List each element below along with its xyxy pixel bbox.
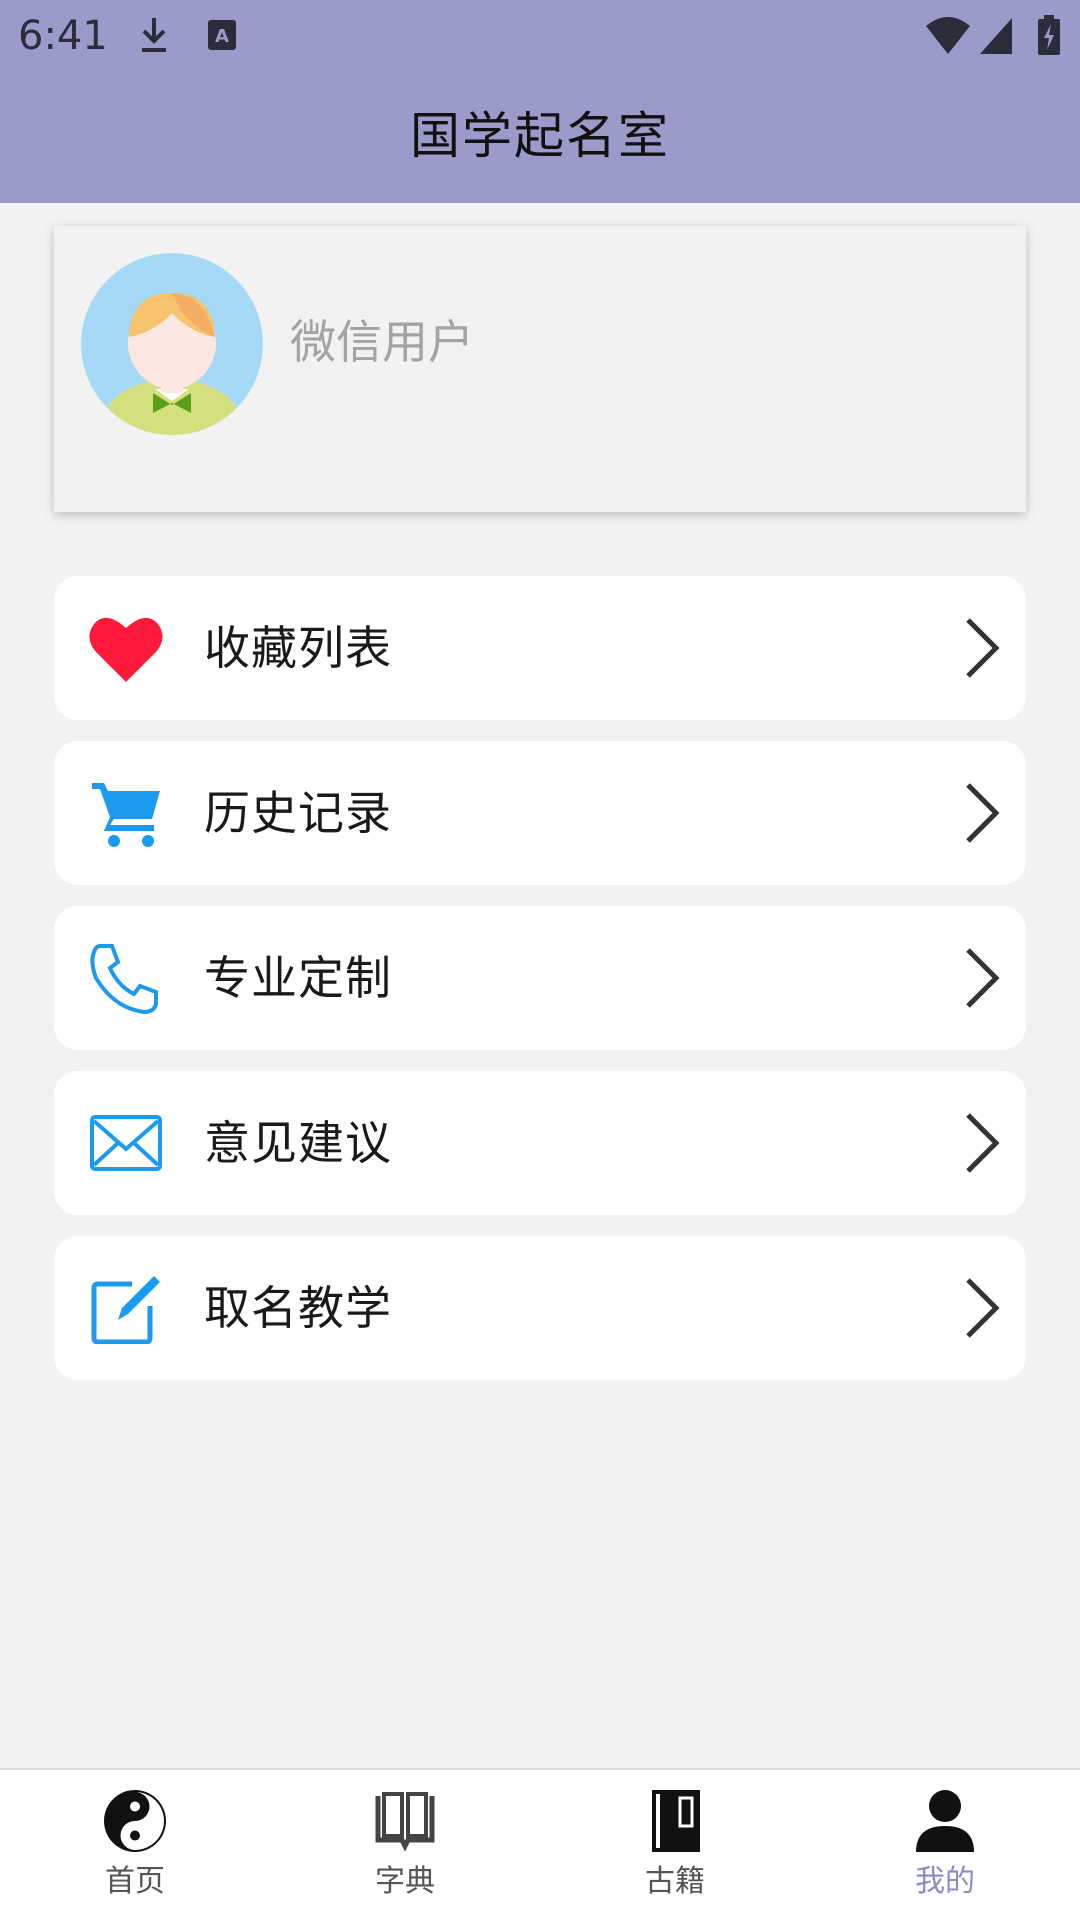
nav-item-dictionary[interactable]: 字典 [270, 1770, 540, 1922]
keyboard-a-icon: A [208, 20, 236, 50]
status-bar: 6:41 A [0, 0, 1080, 72]
chevron-right-icon [966, 783, 1000, 843]
chevron-right-icon [966, 1278, 1000, 1338]
menu-item-feedback[interactable]: 意见建议 [54, 1071, 1026, 1215]
nav-item-mine[interactable]: 我的 [810, 1770, 1080, 1922]
menu-item-label: 意见建议 [204, 1116, 392, 1170]
battery-charging-icon [1038, 15, 1060, 55]
menu-item-label: 收藏列表 [204, 621, 392, 675]
cellular-signal-icon [980, 18, 1012, 54]
nav-label: 古籍 [645, 1864, 705, 1899]
nav-label: 字典 [375, 1864, 435, 1899]
menu-item-favorites[interactable]: 收藏列表 [54, 576, 1026, 720]
menu-item-label: 专业定制 [204, 951, 392, 1005]
menu-item-label: 取名教学 [204, 1281, 392, 1335]
app-header: 6:41 A 国学起名室 [0, 0, 1080, 203]
heart-icon [89, 617, 163, 682]
user-icon [916, 1790, 974, 1852]
avatar-illustration [81, 253, 263, 435]
nav-label: 首页 [105, 1864, 165, 1899]
chevron-right-icon [966, 1113, 1000, 1173]
bottom-nav: 首页 字典 古籍 我的 [0, 1768, 1080, 1922]
menu-item-custom-service[interactable]: 专业定制 [54, 906, 1026, 1050]
nav-item-home[interactable]: 首页 [0, 1770, 270, 1922]
page-title: 国学起名室 [410, 107, 670, 165]
mail-icon [90, 1115, 162, 1171]
username: 微信用户 [290, 315, 474, 369]
chevron-right-icon [966, 618, 1000, 678]
nav-item-classics[interactable]: 古籍 [540, 1770, 810, 1922]
wifi-icon [926, 17, 970, 54]
open-book-icon [375, 1792, 435, 1852]
menu-item-label: 历史记录 [204, 786, 392, 840]
profile-card[interactable]: 微信用户 [54, 226, 1026, 512]
edit-icon [91, 1276, 160, 1344]
menu-item-history[interactable]: 历史记录 [54, 741, 1026, 885]
chevron-right-icon [966, 948, 1000, 1008]
status-time: 6:41 [18, 13, 108, 59]
nav-label: 我的 [915, 1864, 975, 1899]
cart-icon [92, 783, 160, 847]
svg-text:A: A [215, 26, 229, 47]
yin-yang-icon [104, 1790, 166, 1852]
menu-item-naming-tutorial[interactable]: 取名教学 [54, 1236, 1026, 1380]
ancient-book-icon [652, 1790, 700, 1852]
phone-icon [90, 944, 158, 1014]
avatar[interactable] [81, 253, 263, 435]
download-icon [142, 18, 166, 52]
